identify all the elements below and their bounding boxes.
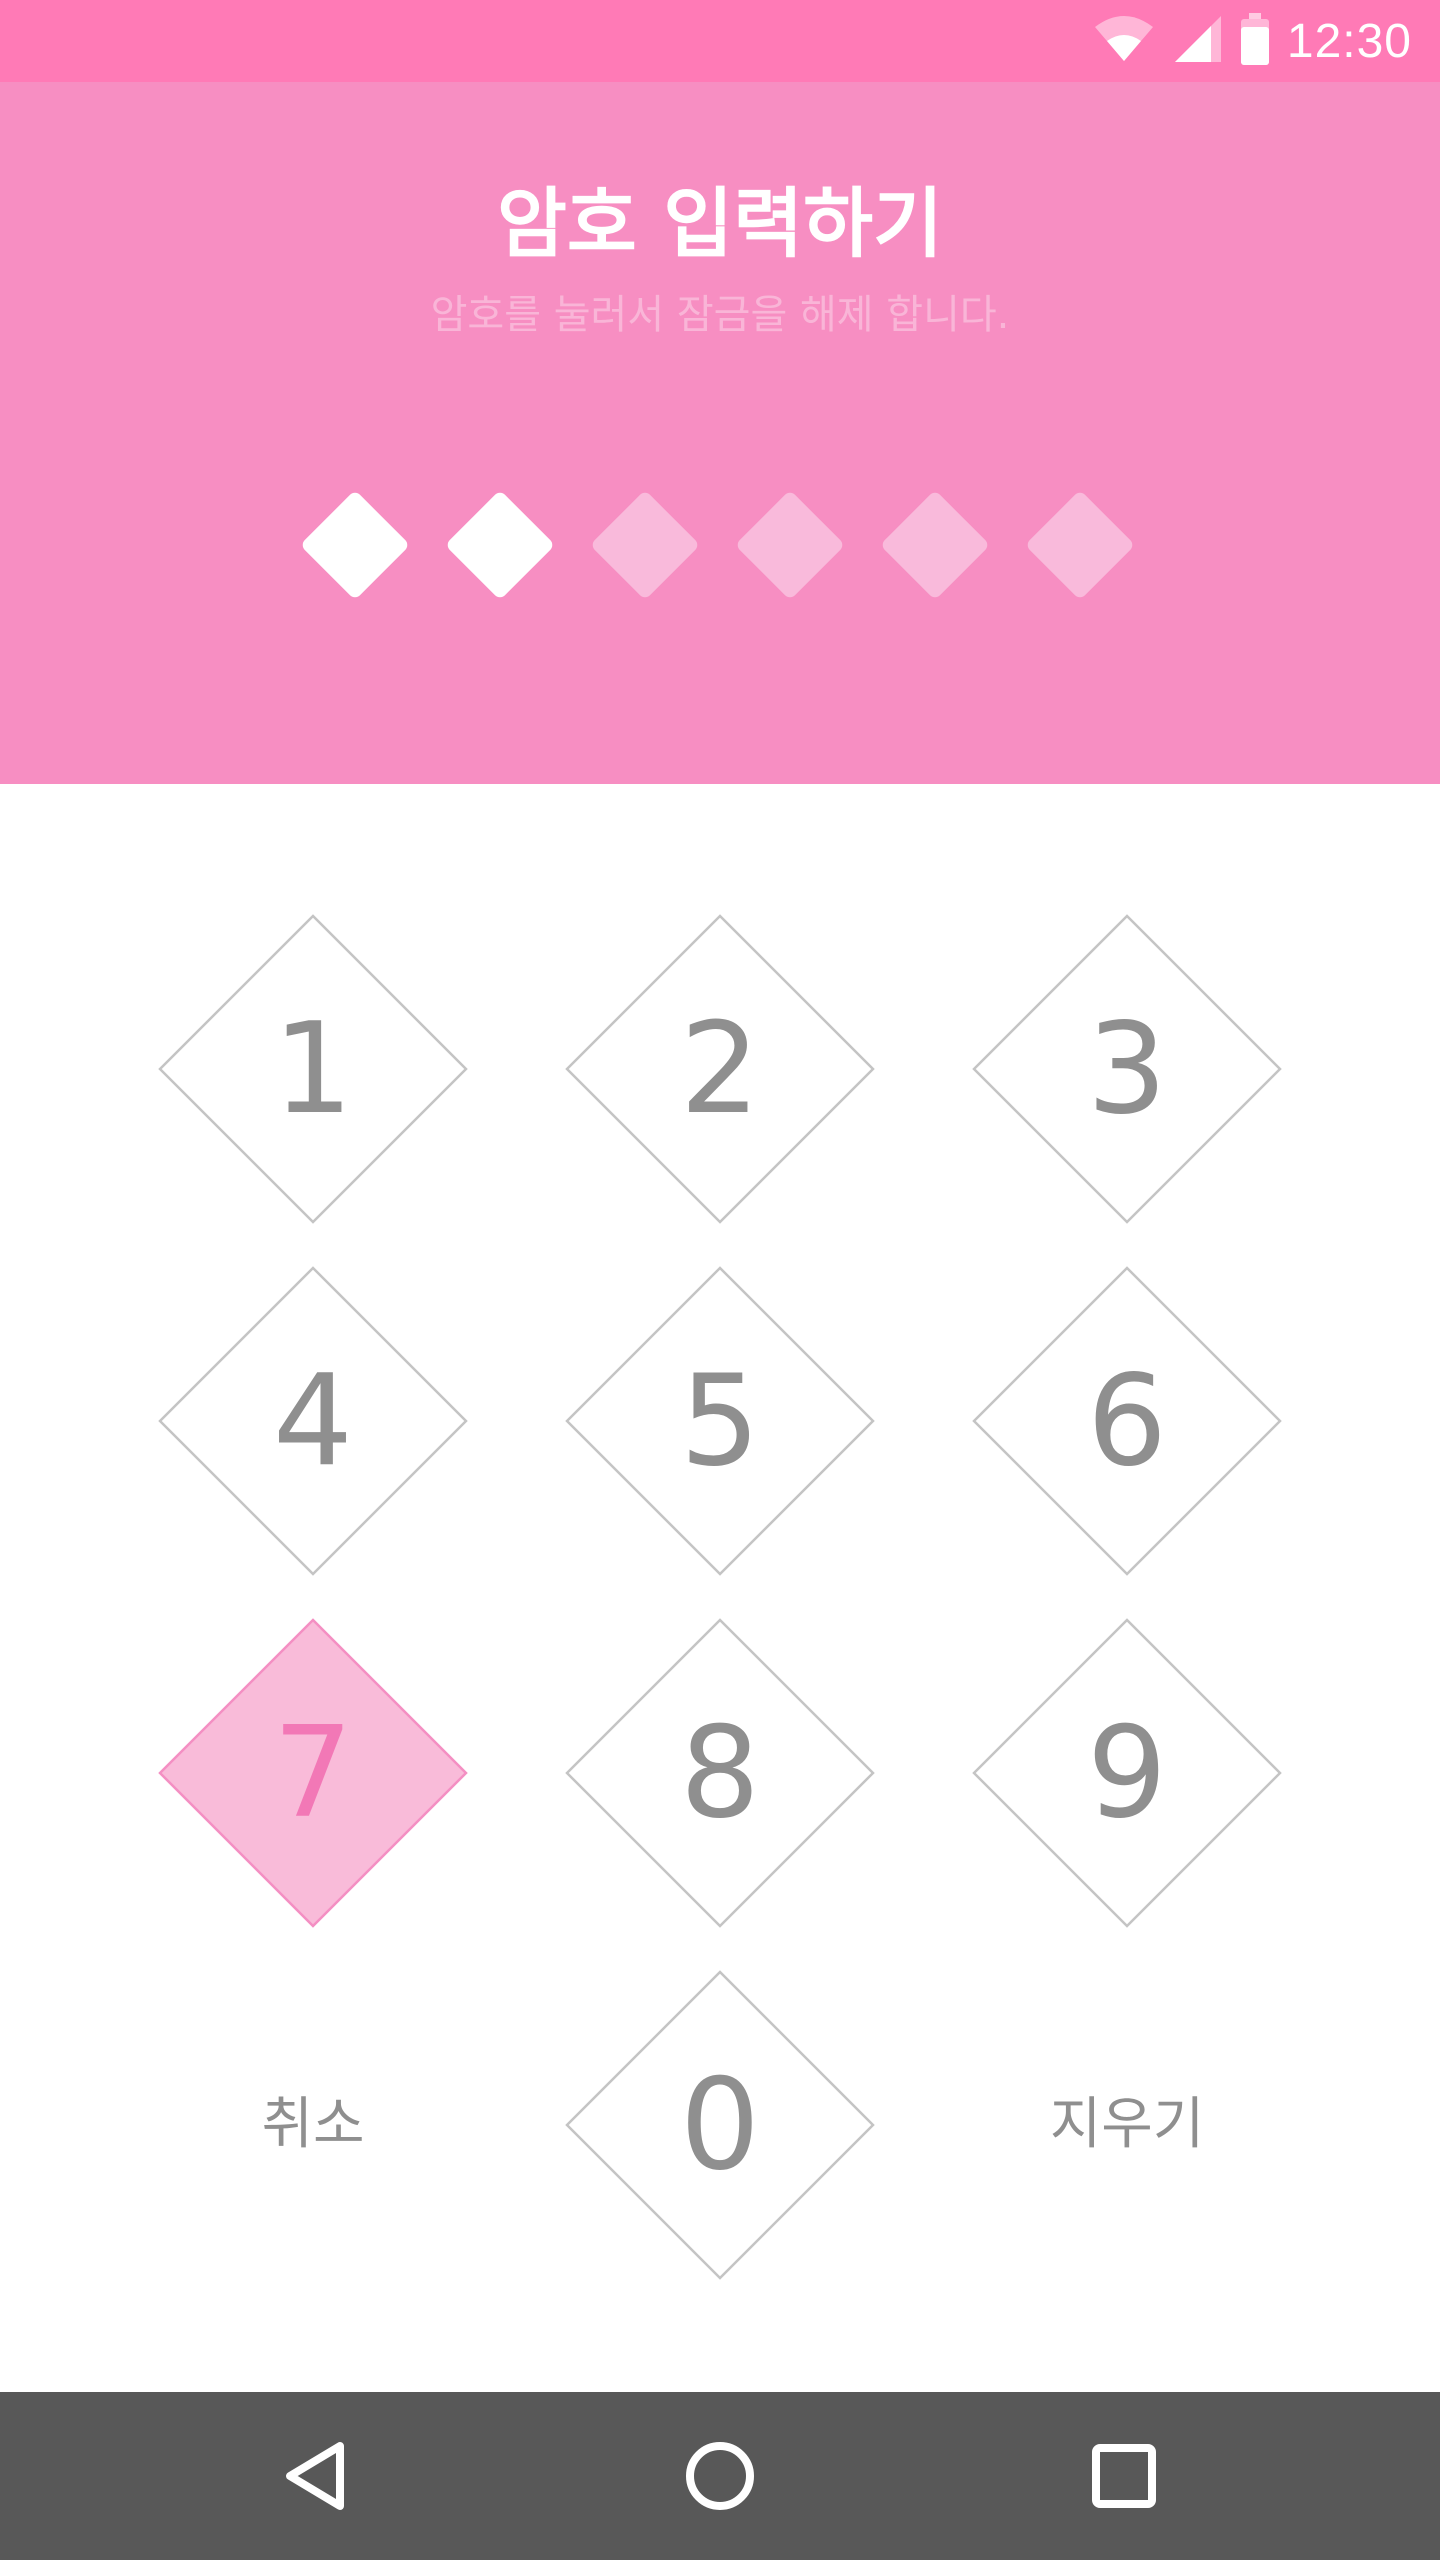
status-bar: 12:30 [0,0,1440,82]
navigation-bar [0,2392,1440,2560]
cell-signal-icon [1173,14,1223,68]
pin-dot-empty [725,480,855,610]
keypad: 1 2 3 4 5 6 7 8 9 취소 0 지우기 [0,784,1440,2390]
key-7-label: 7 [272,1699,354,1846]
key-0-label: 0 [679,2051,761,2198]
recents-icon[interactable] [1074,2426,1174,2526]
key-2[interactable]: 2 [565,914,875,1224]
key-5-label: 5 [679,1347,761,1494]
key-6-label: 6 [1086,1347,1168,1494]
key-8[interactable]: 8 [565,1618,875,1928]
pin-dot-filled [290,480,420,610]
pin-dot-empty [870,480,1000,610]
key-0[interactable]: 0 [565,1970,875,2280]
battery-icon [1240,13,1269,69]
pin-indicator [290,480,1150,610]
key-5[interactable]: 5 [565,1266,875,1576]
page-subtitle: 암호를 눌러서 잠금을 해제 합니다. [430,292,1010,338]
status-time: 12:30 [1286,14,1412,68]
key-9-label: 9 [1086,1699,1168,1846]
key-4[interactable]: 4 [158,1266,468,1576]
key-7[interactable]: 7 [158,1618,468,1928]
key-9[interactable]: 9 [972,1618,1282,1928]
key-2-label: 2 [679,995,761,1142]
key-6[interactable]: 6 [972,1266,1282,1576]
key-8-label: 8 [679,1699,761,1846]
back-icon[interactable] [268,2426,368,2526]
cancel-button[interactable]: 취소 [158,1970,468,2280]
pin-dot-filled [435,480,565,610]
pin-dot-empty [1015,480,1145,610]
status-icons: 12:30 [1093,0,1412,82]
delete-button[interactable]: 지우기 [972,1970,1282,2280]
key-1-label: 1 [272,995,354,1142]
key-1[interactable]: 1 [158,914,468,1224]
home-icon[interactable] [670,2426,770,2526]
page-title: 암호 입력하기 [497,179,943,268]
key-3-label: 3 [1086,995,1168,1142]
wifi-icon [1093,15,1155,67]
key-4-label: 4 [272,1347,354,1494]
key-3[interactable]: 3 [972,914,1282,1224]
passcode-header: 암호 입력하기 암호를 눌러서 잠금을 해제 합니다. [0,82,1440,784]
pin-dot-empty [580,480,710,610]
